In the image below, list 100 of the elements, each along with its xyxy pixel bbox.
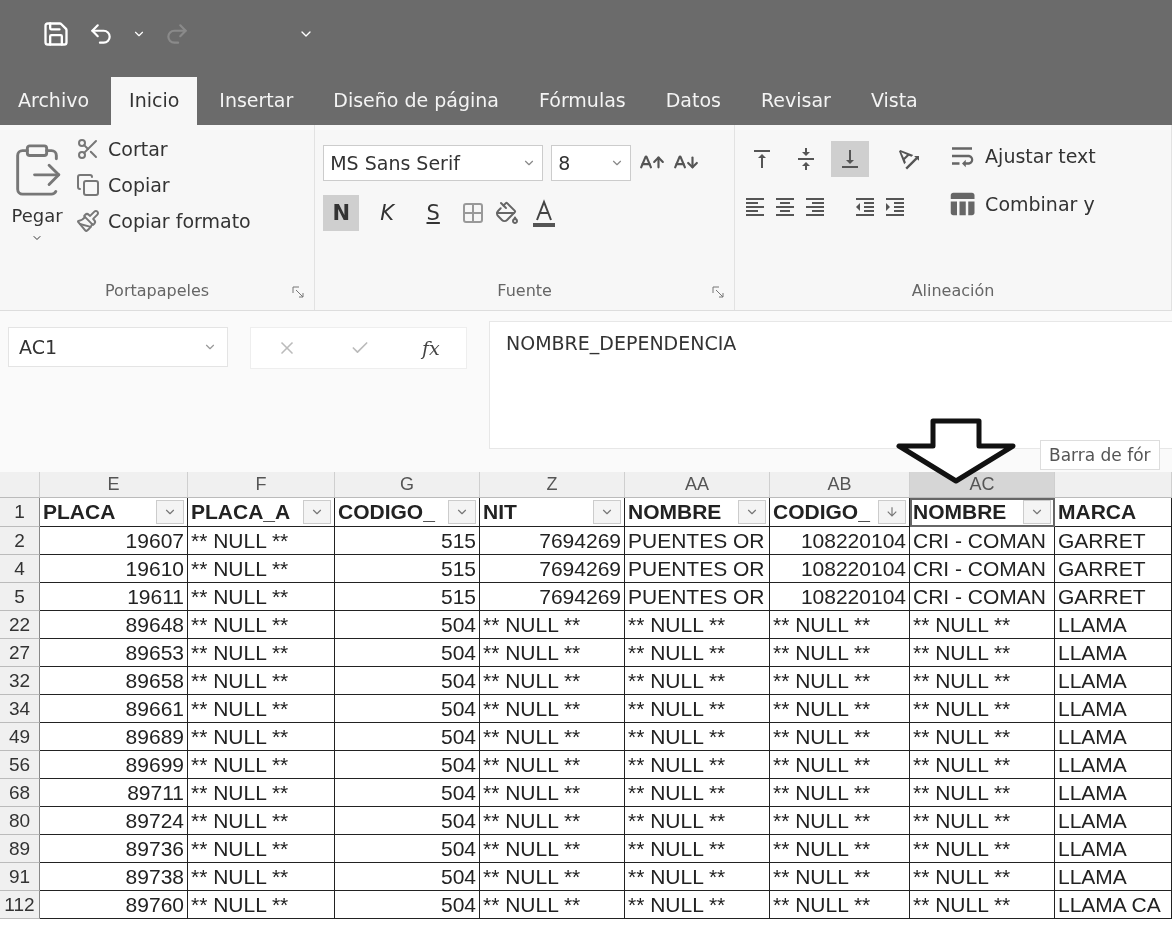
bold-button[interactable]: N [323,195,360,231]
header-cell[interactable]: NIT [480,498,625,527]
row-header[interactable]: 5 [0,583,40,611]
table-cell: ** NULL ** [625,611,770,639]
table-cell: 504 [335,639,480,667]
header-cell[interactable]: PLACA [40,498,188,527]
dialog-launcher-icon[interactable] [712,286,725,298]
italic-button[interactable]: K [369,195,406,231]
column-header[interactable]: Z [480,472,625,498]
column-header[interactable]: AB [770,472,910,498]
column-header[interactable]: G [335,472,480,498]
ribbon-tab[interactable]: Archivo [0,77,108,125]
ribbon-tab[interactable]: Fórmulas [521,77,644,125]
table-cell: 19610 [40,555,188,583]
clipboard-button[interactable]: Copiar formato [76,209,251,233]
table-cell: ** NULL ** [910,751,1055,779]
row-header[interactable]: 2 [0,527,40,555]
name-box[interactable]: AC1 [8,327,228,367]
table-cell: 89653 [40,639,188,667]
table-cell: ** NULL ** [188,555,335,583]
paste-button[interactable]: Pegar [8,137,66,270]
table-cell: ** NULL ** [480,863,625,891]
table-cell: ** NULL ** [480,611,625,639]
row-header[interactable]: 56 [0,751,40,779]
column-header[interactable]: AC [910,472,1055,498]
header-cell[interactable]: NOMBRE [910,498,1055,527]
column-header[interactable]: E [40,472,188,498]
ribbon-tab[interactable]: Datos [647,77,739,125]
underline-button[interactable]: S [415,195,452,231]
align-bottom-icon[interactable] [831,141,870,177]
row-header[interactable]: 49 [0,723,40,751]
table-cell: ** NULL ** [480,723,625,751]
row-header[interactable]: 89 [0,835,40,863]
wrap-text-button[interactable]: Ajustar text [947,141,1096,171]
row-header[interactable]: 34 [0,695,40,723]
table-cell: PUENTES OR [625,527,770,555]
table-cell: CRI - COMAN [910,527,1055,555]
header-cell[interactable]: CODIGO_ [335,498,480,527]
table-cell: ** NULL ** [910,639,1055,667]
row-header[interactable]: 32 [0,667,40,695]
table-cell: ** NULL ** [480,807,625,835]
table-cell: 504 [335,863,480,891]
merge-button[interactable]: Combinar y [947,189,1096,219]
table-cell: 504 [335,891,480,919]
row-header[interactable]: 68 [0,779,40,807]
ribbon-tab[interactable]: Inicio [111,77,198,125]
table-cell: 89648 [40,611,188,639]
font-size-field[interactable]: 8 [551,145,632,181]
table-cell: 515 [335,583,480,611]
undo-icon[interactable] [88,21,114,47]
row-header[interactable]: 91 [0,863,40,891]
table-cell: ** NULL ** [188,723,335,751]
borders-icon[interactable] [461,201,486,225]
row-header[interactable]: 4 [0,555,40,583]
header-cell[interactable]: MARCA [1055,498,1172,527]
row-header[interactable]: 27 [0,639,40,667]
row-header[interactable]: 1 [0,498,40,527]
table-cell: LLAMA [1055,667,1172,695]
table-cell: ** NULL ** [188,807,335,835]
header-cell[interactable]: PLACA_A [188,498,335,527]
row-header[interactable]: 22 [0,611,40,639]
table-cell: CRI - COMAN [910,583,1055,611]
clipboard-button[interactable]: Cortar [76,137,251,161]
table-cell: ** NULL ** [480,639,625,667]
table-cell: ** NULL ** [910,779,1055,807]
table-cell: ** NULL ** [625,639,770,667]
table-cell: 89724 [40,807,188,835]
table-cell: ** NULL ** [770,667,910,695]
header-cell[interactable]: NOMBRE [625,498,770,527]
ribbon-tab[interactable]: Diseño de página [315,77,517,125]
font-name-field[interactable]: MS Sans Serif [323,145,544,181]
table-cell: ** NULL ** [910,807,1055,835]
column-header[interactable]: AA [625,472,770,498]
table-cell: ** NULL ** [910,723,1055,751]
table-cell: LLAMA [1055,611,1172,639]
table-cell: ** NULL ** [910,667,1055,695]
save-icon[interactable] [42,20,70,48]
table-cell: LLAMA [1055,779,1172,807]
table-cell: GARRET [1055,583,1172,611]
table-cell: 504 [335,835,480,863]
table-cell: ** NULL ** [770,723,910,751]
table-cell: ** NULL ** [480,835,625,863]
table-cell: PUENTES OR [625,555,770,583]
ribbon-tab[interactable]: Vista [852,77,936,125]
ribbon-tab[interactable]: Revisar [743,77,849,125]
fill-color-icon[interactable] [495,201,520,225]
ribbon-tab[interactable]: Insertar [201,77,312,125]
table-cell: ** NULL ** [188,695,335,723]
table-cell: ** NULL ** [188,667,335,695]
dialog-launcher-icon[interactable] [292,286,305,298]
clipboard-button[interactable]: Copiar [76,173,251,197]
row-header[interactable]: 112 [0,891,40,919]
row-header[interactable]: 80 [0,807,40,835]
table-cell: ** NULL ** [188,611,335,639]
column-header[interactable]: F [188,472,335,498]
table-cell: ** NULL ** [770,807,910,835]
table-cell: 89699 [40,751,188,779]
table-cell: 504 [335,723,480,751]
insert-function-button[interactable]: fx [422,337,440,359]
header-cell[interactable]: CODIGO_ [770,498,910,527]
